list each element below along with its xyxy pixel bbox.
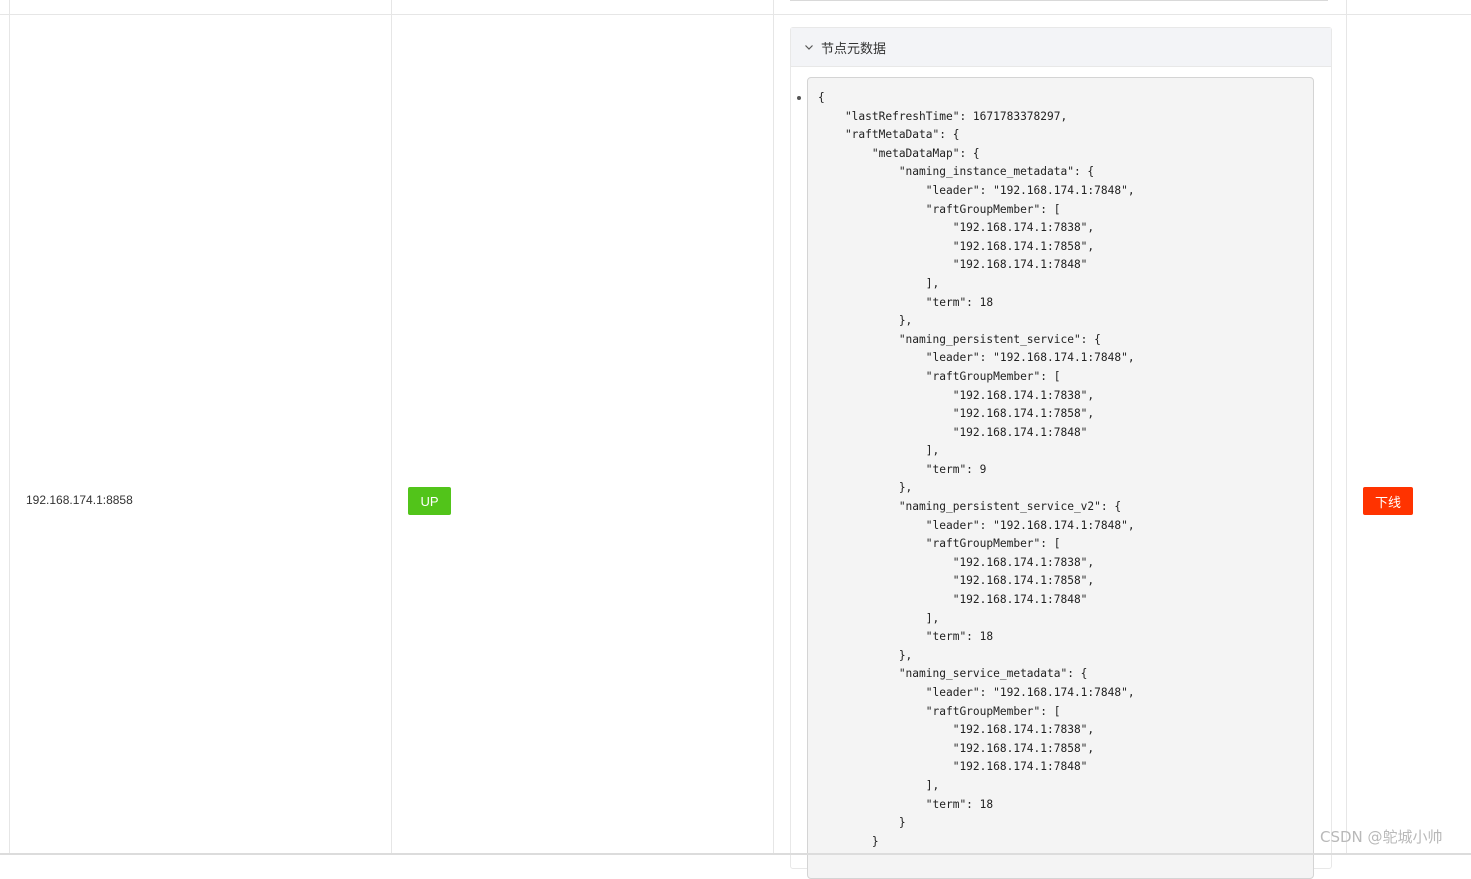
offline-button[interactable]: 下线 (1363, 487, 1413, 515)
chevron-down-icon (805, 45, 813, 50)
collapse-title: 节点元数据 (821, 41, 887, 57)
list-bullet (797, 96, 801, 100)
watermark: CSDN @鸵城小帅 (1320, 828, 1443, 846)
section-divider (790, 0, 1328, 1)
table-row-divider (0, 14, 1471, 15)
column-divider (773, 0, 774, 855)
column-divider (391, 0, 392, 855)
collapse-header[interactable]: 节点元数据 (791, 28, 1331, 67)
node-state-tag[interactable]: UP (408, 487, 451, 515)
column-divider (1346, 0, 1347, 855)
metadata-json-text: { "lastRefreshTime": 1671783378297, "raf… (818, 91, 1135, 848)
node-address: 192.168.174.1:8858 (26, 493, 133, 507)
metadata-json-block: { "lastRefreshTime": 1671783378297, "raf… (807, 77, 1314, 879)
column-divider (9, 0, 10, 855)
